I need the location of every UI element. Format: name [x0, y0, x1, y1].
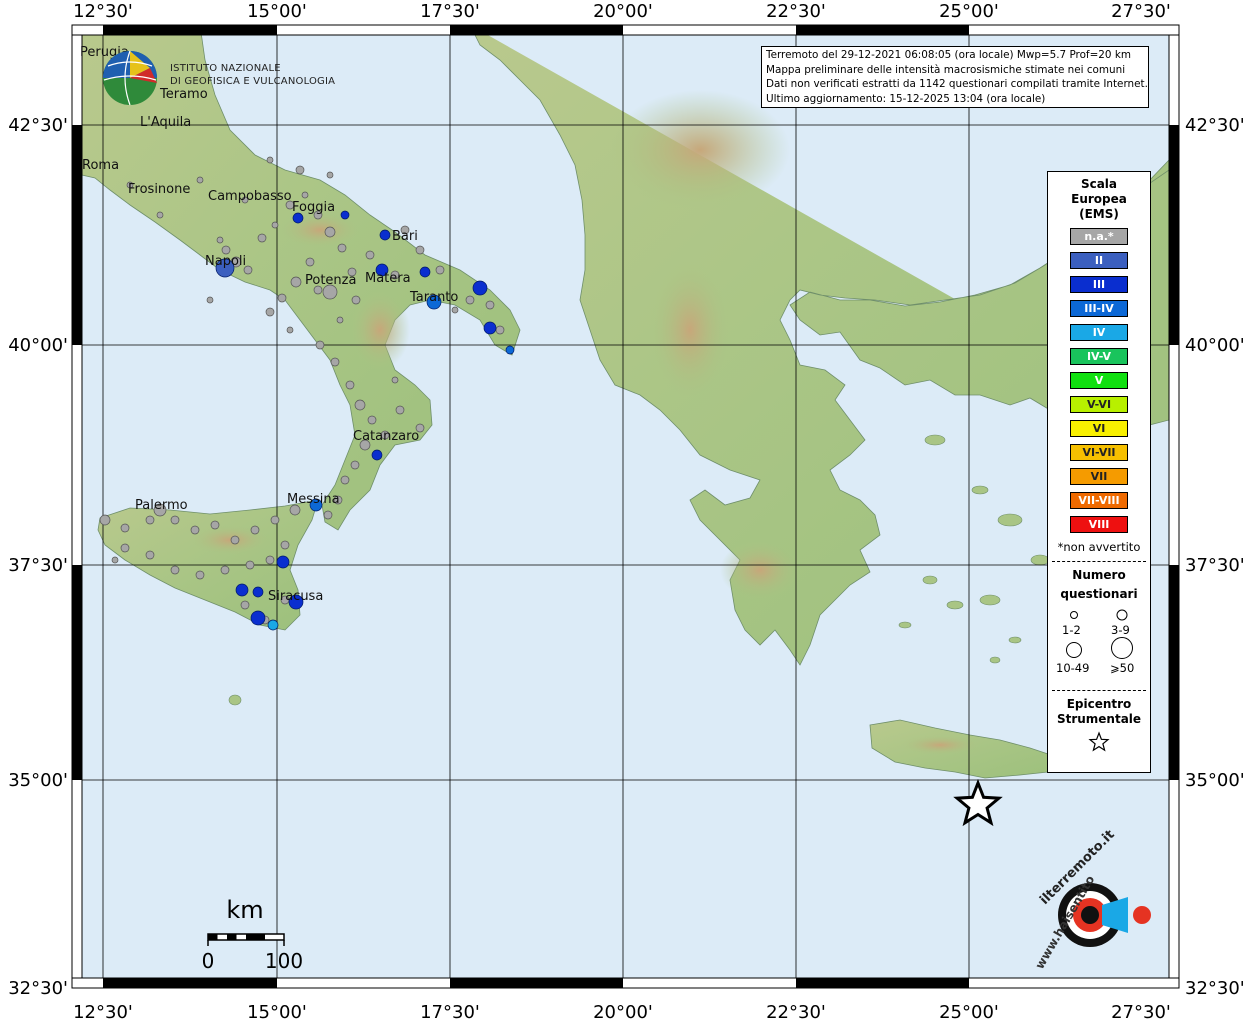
- city-label: Messina: [287, 492, 340, 507]
- ems-class-8: V-VI: [1070, 396, 1128, 413]
- lat-label: 35°00': [1185, 770, 1245, 791]
- lat-label: 37°30': [8, 555, 68, 576]
- count-title: Numero questionari: [1048, 568, 1150, 602]
- lat-label: 42°30': [1185, 115, 1245, 136]
- info-line-2: Mappa preliminare delle intensità macros…: [766, 63, 1126, 76]
- count-title-2: questionari: [1060, 587, 1138, 601]
- ems-class-4: III-IV: [1070, 300, 1128, 317]
- ems-class-3: III: [1070, 276, 1128, 293]
- lon-label: 27°30': [1111, 1002, 1171, 1023]
- info-line-4: Ultimo aggiornamento: 15-12-2025 13:04 (…: [766, 92, 1046, 105]
- epicenter-title: Epicentro Strumentale: [1048, 697, 1150, 727]
- city-label: Napoli: [205, 254, 246, 269]
- city-label: Campobasso: [208, 189, 292, 204]
- city-label: Roma: [82, 158, 119, 173]
- city-label: L'Aquila: [140, 115, 191, 130]
- legend-title-1: Scala: [1080, 177, 1118, 191]
- city-label: Taranto: [409, 290, 458, 305]
- lon-label: 20°00': [593, 1002, 653, 1023]
- scale-bar-graphic: km 0 100: [202, 896, 303, 973]
- lon-label: 15°00': [247, 1002, 307, 1023]
- city-label: Frosinone: [128, 182, 190, 197]
- epicenter-title-1: Epicentro: [1066, 697, 1132, 711]
- ems-class-5: IV: [1070, 324, 1128, 341]
- earthquake-info-box: Terremoto del 29-12-2021 06:08:05 (ora l…: [761, 46, 1149, 108]
- legend-divider: [1052, 561, 1146, 562]
- epicenter-title-2: Strumentale: [1056, 712, 1142, 726]
- lon-label: 17°30': [420, 1, 480, 22]
- ems-class-7: V: [1070, 372, 1128, 389]
- count-label: 1-2: [1062, 623, 1081, 637]
- city-label: Bari: [392, 229, 418, 244]
- lon-label: 12°30': [73, 1, 133, 22]
- lon-label: 22°30': [766, 1002, 826, 1023]
- lon-label: 22°30': [766, 1, 826, 22]
- scale-unit: km: [226, 896, 263, 924]
- info-line-1: Terremoto del 29-12-2021 06:08:05 (ora l…: [766, 49, 1131, 61]
- ems-class-12: VII-VIII: [1070, 492, 1128, 509]
- legend-divider: [1052, 690, 1146, 691]
- ingv-logo-icon: [103, 50, 157, 106]
- count-title-1: Numero: [1072, 568, 1126, 582]
- info-line-3: Dati non verificati estratti da 1142 que…: [766, 78, 1148, 91]
- scale-bar: km 0 100: [200, 892, 320, 986]
- legend-title: Scala Europea (EMS): [1048, 177, 1150, 222]
- ems-class-6: IV-V: [1070, 348, 1128, 365]
- lon-label: 20°00': [593, 1, 653, 22]
- ems-class-1: n.a.*: [1070, 228, 1128, 245]
- lat-label: 35°00': [8, 770, 68, 791]
- lon-label: 25°00': [939, 1002, 999, 1023]
- lon-label: 15°00': [247, 1, 307, 22]
- ems-class-10: VI-VII: [1070, 444, 1128, 461]
- count-label: 3-9: [1111, 623, 1130, 637]
- ems-class-9: VI: [1070, 420, 1128, 437]
- lat-label: 40°00': [1185, 335, 1245, 356]
- ems-class-list: n.a.* II III III-IV IV IV-V V V-VI VI VI-VII VII VI…: [1048, 228, 1150, 533]
- lat-label: 32°30': [8, 978, 68, 999]
- city-label: Teramo: [159, 87, 208, 102]
- city-label: Foggia: [292, 200, 335, 215]
- lat-label: 32°30': [1185, 978, 1245, 999]
- city-label: Palermo: [135, 498, 188, 513]
- lat-label: 37°30': [1185, 555, 1245, 576]
- legend-title-2: Europea: [1071, 192, 1127, 206]
- legend-title-3: (EMS): [1079, 207, 1119, 221]
- axis-labels-bottom: 12°30' 15°00' 17°30' 20°00' 22°30' 25°00…: [73, 1002, 1171, 1023]
- city-label: Catanzaro: [353, 429, 419, 444]
- epicenter-star-icon: [1088, 731, 1110, 752]
- legend: Scala Europea (EMS) n.a.* II III III-IV IV IV…: [1047, 171, 1151, 773]
- ems-class-11: VII: [1070, 468, 1128, 485]
- ingv-name: ISTITUTO NAZIONALE DI GEOFISICA E VULCAN…: [170, 62, 335, 88]
- city-label: Siracusa: [268, 589, 323, 604]
- ems-class-13: VIII: [1070, 516, 1128, 533]
- lon-label: 25°00': [939, 1, 999, 22]
- city-label: Matera: [365, 271, 411, 286]
- count-label: 10-49: [1056, 661, 1090, 675]
- axis-labels-left: 42°30' 40°00' 37°30' 35°00' 32°30': [8, 115, 68, 999]
- city-label: Potenza: [305, 273, 356, 288]
- count-symbols: 1-2 3-9 10-49 ⩾50: [1048, 602, 1150, 684]
- ems-class-2: II: [1070, 252, 1128, 269]
- lon-label: 12°30': [73, 1002, 133, 1023]
- ingv-line-1: ISTITUTO NAZIONALE: [170, 63, 281, 74]
- count-label: ⩾50: [1110, 661, 1135, 675]
- axis-labels-right: 42°30' 40°00' 37°30' 35°00' 32°30': [1185, 115, 1245, 999]
- scale-end: 100: [265, 949, 303, 973]
- ingv-line-2: DI GEOFISICA E VULCANOLOGIA: [170, 76, 336, 87]
- lon-label: 17°30': [420, 1002, 480, 1023]
- lat-label: 40°00': [8, 335, 68, 356]
- lon-label: 27°30': [1111, 1, 1171, 22]
- lat-label: 42°30': [8, 115, 68, 136]
- axis-labels-top: 12°30' 15°00' 17°30' 20°00' 22°30' 25°00…: [73, 1, 1171, 22]
- scale-start: 0: [202, 949, 215, 973]
- legend-note: *non avvertito: [1057, 540, 1141, 554]
